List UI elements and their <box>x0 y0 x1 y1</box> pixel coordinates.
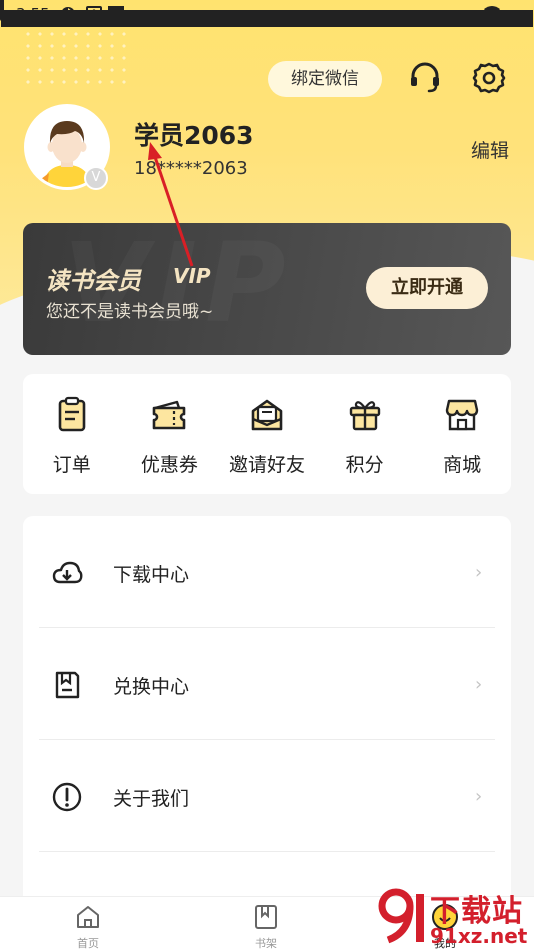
quick-action-coupon[interactable]: 优惠券 <box>121 374 219 494</box>
info-icon <box>52 782 82 812</box>
decorative-dots <box>22 28 132 88</box>
quick-action-label: 积分 <box>345 454 384 476</box>
menu-item-label: 关于我们 <box>113 788 190 810</box>
coupon-icon <box>153 400 186 430</box>
nav-label: 首页 <box>77 937 99 950</box>
quick-action-label: 优惠券 <box>140 454 198 476</box>
quick-action-label: 订单 <box>52 454 91 476</box>
cloud-download-icon <box>52 561 83 584</box>
bind-wechat-button[interactable]: 绑定微信 <box>268 61 382 97</box>
red-arrow-annotation <box>148 142 194 267</box>
menu-item-label: 下载中心 <box>113 564 190 586</box>
status-bar: 3:55 A <box>0 0 534 28</box>
bookshelf-icon <box>255 905 277 929</box>
store-icon <box>445 399 479 431</box>
quick-actions-card: 订单 优惠券 邀请好友 积分 商城 <box>23 374 511 494</box>
quick-action-store[interactable]: 商城 <box>413 374 511 494</box>
home-icon <box>77 906 99 928</box>
headset-icon[interactable] <box>407 60 443 96</box>
menu-item-about-us[interactable]: 关于我们 › <box>23 740 511 852</box>
menu-item-label: 兑换中心 <box>113 676 190 698</box>
verified-badge-icon: V <box>84 166 108 190</box>
site-watermark-logo: 下载站 91xz.net <box>378 884 534 950</box>
quick-action-points[interactable]: 积分 <box>316 374 414 494</box>
watermark-url: 91xz.net <box>430 924 528 948</box>
quick-action-invite[interactable]: 邀请好友 <box>218 374 316 494</box>
chevron-right-icon: › <box>475 562 483 583</box>
gift-icon <box>349 401 380 431</box>
chevron-right-icon: › <box>475 674 483 695</box>
invite-icon <box>251 399 283 431</box>
order-icon <box>58 396 86 432</box>
menu-list-card: 下载中心 › 兑换中心 › 关于我们 › <box>23 516 511 916</box>
menu-item-download-center[interactable]: 下载中心 › <box>23 516 511 628</box>
quick-action-label: 邀请好友 <box>228 454 305 476</box>
nav-home[interactable]: 首页 <box>58 901 118 950</box>
edit-profile-button[interactable]: 编辑 <box>471 136 509 163</box>
redeem-icon <box>55 671 80 699</box>
nav-bookshelf[interactable]: 书架 <box>236 901 296 950</box>
nav-label: 书架 <box>255 937 277 950</box>
vip-open-button[interactable]: 立即开通 <box>366 267 488 309</box>
vip-subtitle: 您还不是读书会员哦~ <box>46 302 214 322</box>
quick-action-order[interactable]: 订单 <box>23 374 121 494</box>
battery-icon <box>0 0 4 21</box>
vip-membership-card[interactable]: VIP 读书会员 VIP 您还不是读书会员哦~ 立即开通 <box>23 223 511 355</box>
quick-action-label: 商城 <box>443 454 482 476</box>
gear-icon[interactable] <box>471 60 507 96</box>
menu-item-redeem-center[interactable]: 兑换中心 › <box>23 628 511 740</box>
chevron-right-icon: › <box>475 786 483 807</box>
vip-title: 读书会员 <box>45 267 141 295</box>
watermark-91-logo-icon <box>378 888 424 944</box>
